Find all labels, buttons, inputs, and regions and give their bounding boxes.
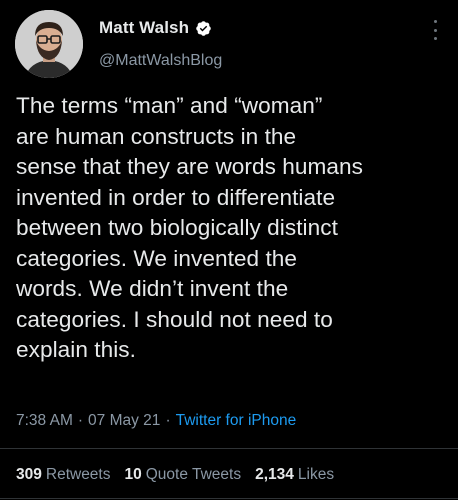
author-name[interactable]: Matt Walsh [99,18,189,38]
tweet-time[interactable]: 7:38 AM [16,412,73,430]
divider [0,498,458,499]
verified-badge-icon [195,20,212,37]
meta-separator: · [165,412,171,429]
likes-count: 2,134 [255,466,294,483]
more-options-icon[interactable] [432,20,438,40]
quote-tweets-label: Quote Tweets [145,466,242,483]
quote-tweets-stat[interactable]: 10 Quote Tweets [125,466,242,484]
tweet-stats: 309 Retweets 10 Quote Tweets 2,134 Likes [16,466,334,484]
retweets-count: 309 [16,466,42,483]
avatar-image [15,10,83,78]
tweet-card: Matt Walsh @MattWalshBlog The terms “man… [0,0,458,500]
tweet-date[interactable]: 07 May 21 [88,412,160,430]
avatar[interactable] [15,10,83,78]
likes-stat[interactable]: 2,134 Likes [255,466,334,484]
retweets-label: Retweets [45,466,111,483]
tweet-meta: 7:38 AM · 07 May 21 · Twitter for iPhone [16,412,296,430]
author-handle[interactable]: @MattWalshBlog [99,52,222,70]
tweet-source-link[interactable]: Twitter for iPhone [176,412,297,430]
meta-separator: · [77,412,84,429]
tweet-text: The terms “man” and “woman” are human co… [16,93,363,362]
retweets-stat[interactable]: 309 Retweets [16,466,111,484]
quote-tweets-count: 10 [124,466,142,483]
divider [0,448,458,449]
author-name-row[interactable]: Matt Walsh [99,18,212,38]
likes-label: Likes [297,466,335,483]
